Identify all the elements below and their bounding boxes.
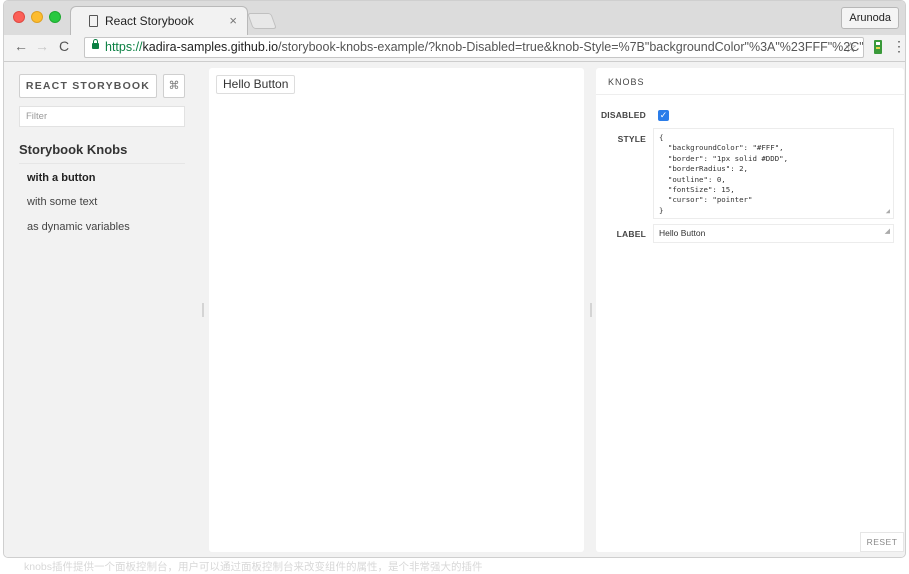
style-value: { "backgroundColor": "#FFF", "border": "… — [659, 133, 789, 215]
disabled-checkbox[interactable]: ✓ — [658, 110, 669, 121]
forward-icon[interactable]: → — [35, 38, 49, 54]
preview-hello-button[interactable]: Hello Button — [216, 75, 296, 94]
profile-button[interactable]: Arunoda — [841, 7, 899, 29]
minimize-window-button[interactable] — [31, 11, 43, 23]
storybook-title-button[interactable]: REACT STORYBOOK — [19, 74, 157, 98]
story-item[interactable]: as dynamic variables — [27, 221, 130, 233]
new-tab-button[interactable] — [247, 13, 277, 29]
tab-knobs[interactable]: KNOBS — [608, 77, 645, 87]
reset-button[interactable]: RESET — [860, 532, 904, 552]
style-textarea[interactable]: { "backgroundColor": "#FFF", "border": "… — [653, 128, 894, 219]
label-textarea[interactable]: Hello Button ◢ — [653, 224, 894, 243]
extension-icon[interactable] — [872, 39, 884, 55]
page-icon — [89, 15, 98, 27]
divider — [596, 94, 904, 95]
addon-panel: KNOBS DISABLED ✓ STYLE { "backgroundColo… — [596, 68, 904, 552]
browser-toolbar: ← → C https://kadira-samples.github.io/s… — [4, 35, 905, 62]
filter-input[interactable]: Filter — [19, 106, 185, 127]
resize-grip-icon[interactable]: ◢ — [885, 223, 890, 240]
knob-label-label: LABEL — [616, 229, 646, 239]
url-host: kadira-samples.github.io — [142, 40, 279, 54]
knob-label-disabled: DISABLED — [600, 110, 646, 120]
story-item[interactable]: with some text — [27, 196, 97, 208]
url-text: https://kadira-samples.github.io/storybo… — [105, 38, 864, 57]
resize-grip-icon[interactable]: ◢ — [886, 206, 890, 216]
shortcuts-button[interactable]: ⌘ — [163, 74, 185, 98]
bookmark-star-icon[interactable]: ☆ — [844, 38, 857, 57]
close-window-button[interactable] — [13, 11, 25, 23]
resize-handle[interactable] — [590, 303, 592, 317]
checkmark-icon: ✓ — [659, 110, 668, 120]
reload-icon[interactable]: C — [59, 38, 69, 54]
story-kind-title[interactable]: Storybook Knobs — [19, 142, 127, 157]
story-item[interactable]: with a button — [27, 172, 95, 184]
tab-strip: React Storybook × Arunoda — [4, 1, 905, 35]
zoom-window-button[interactable] — [49, 11, 61, 23]
back-icon[interactable]: ← — [14, 38, 28, 54]
lock-icon — [92, 39, 99, 49]
divider — [19, 163, 185, 164]
preview-pane: Hello Button — [209, 68, 584, 552]
menu-icon[interactable]: ⋮ — [892, 38, 905, 55]
tab-close-icon[interactable]: × — [229, 13, 237, 28]
knob-label-style: STYLE — [617, 134, 646, 144]
resize-handle[interactable] — [202, 303, 204, 317]
caption-text: knobs插件提供一个面板控制台，用户可以通过面板控制台来改变组件的属性，是个非… — [24, 561, 483, 573]
url-scheme: https:// — [105, 40, 143, 54]
label-value: Hello Button — [659, 228, 706, 238]
browser-tab[interactable]: React Storybook × — [70, 6, 248, 35]
tab-title: React Storybook — [105, 14, 194, 28]
address-bar[interactable]: https://kadira-samples.github.io/storybo… — [84, 37, 864, 58]
storybook-app: REACT STORYBOOK ⌘ Filter Storybook Knobs… — [4, 62, 905, 557]
url-path: /storybook-knobs-example/?knob-Disabled=… — [278, 40, 864, 54]
browser-window: React Storybook × Arunoda ← → C https://… — [3, 0, 906, 558]
